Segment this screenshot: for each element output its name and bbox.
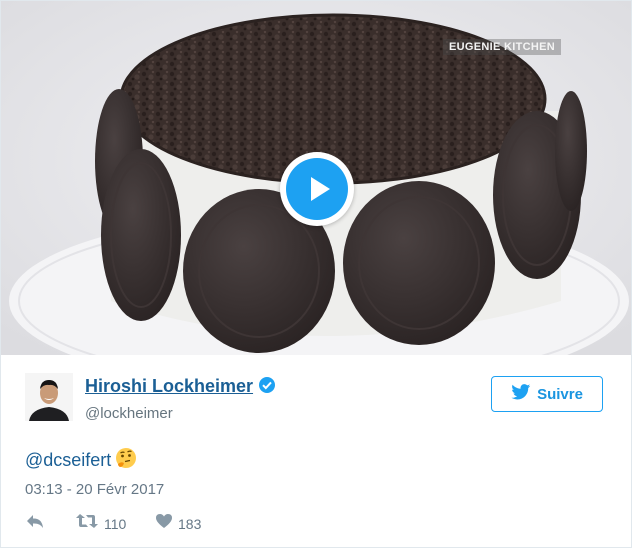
play-icon	[286, 158, 348, 220]
follow-button-label: Suivre	[537, 385, 583, 403]
like-count: 183	[178, 515, 202, 532]
tweet-text: @dcseifert	[25, 447, 137, 474]
avatar[interactable]	[25, 373, 73, 421]
heart-icon	[155, 513, 173, 534]
tweet-body: Hiroshi Lockheimer @lockheimer Suivre @d…	[1, 355, 631, 547]
video-watermark: EUGENIE KITCHEN	[443, 39, 561, 55]
retweet-button[interactable]: 110	[75, 513, 126, 534]
retweet-icon	[75, 513, 99, 534]
verified-badge-icon	[258, 376, 276, 399]
retweet-count: 110	[104, 515, 127, 532]
reply-button[interactable]	[25, 513, 45, 534]
tweet-embed-card: EUGENIE KITCHEN Hiroshi Lockheimer @lock…	[0, 0, 632, 548]
author-display-name[interactable]: Hiroshi Lockheimer	[85, 376, 253, 396]
video-thumbnail[interactable]: EUGENIE KITCHEN	[1, 1, 631, 355]
like-button[interactable]: 183	[155, 513, 201, 534]
author-handle[interactable]: @lockheimer	[85, 405, 173, 422]
thinking-face-emoji	[115, 447, 137, 474]
tweet-mention-link[interactable]: @dcseifert	[25, 450, 111, 470]
tweet-timestamp[interactable]: 03:13 - 20 Févr 2017	[25, 481, 164, 498]
author-name-row: Hiroshi Lockheimer	[85, 376, 276, 400]
reply-icon	[25, 513, 45, 534]
twitter-bird-icon	[511, 383, 531, 405]
play-button[interactable]	[280, 152, 354, 226]
follow-button[interactable]: Suivre	[491, 376, 603, 412]
